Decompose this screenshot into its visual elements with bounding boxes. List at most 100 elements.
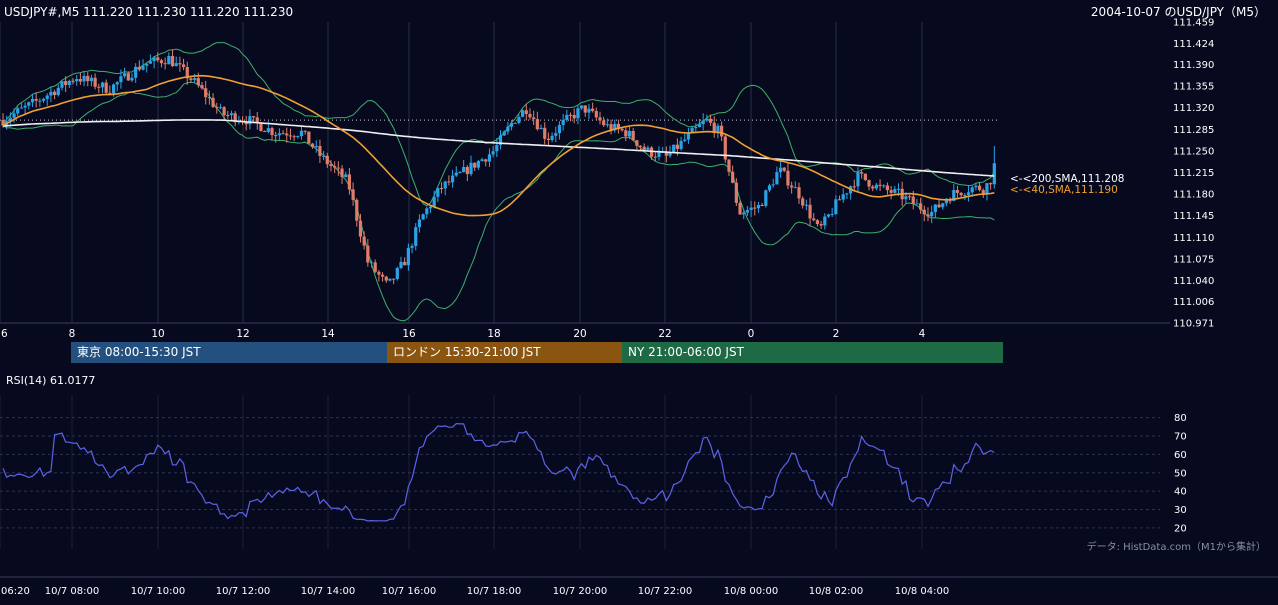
- candle-body: [406, 247, 410, 266]
- candle-body: [318, 145, 322, 156]
- candle-body: [27, 102, 31, 106]
- candle-body: [465, 167, 469, 175]
- candle-body: [701, 120, 705, 125]
- x-tick-label: 8: [69, 328, 76, 340]
- candle-body: [259, 123, 263, 132]
- candle-body: [631, 130, 635, 141]
- candle-body: [469, 162, 473, 175]
- rsi-y-tick-label: 80: [1174, 413, 1187, 424]
- candle-body: [742, 212, 746, 215]
- candle-body: [974, 185, 978, 188]
- candle-body: [572, 114, 576, 119]
- rsi-x-tick-label: 10/7 16:00: [382, 586, 436, 597]
- candle-body: [867, 180, 871, 187]
- candle-body: [115, 82, 119, 85]
- candle-body: [808, 204, 812, 219]
- rsi-label: RSI(14) 61.0177: [6, 374, 95, 387]
- candle-body: [60, 81, 64, 88]
- candle-body: [922, 209, 926, 215]
- candle-body: [959, 192, 963, 196]
- candle-body: [428, 206, 433, 209]
- candle-body: [487, 154, 492, 162]
- rsi-x-tick-label: 10/7 18:00: [467, 586, 521, 597]
- candle-body: [620, 128, 624, 131]
- candle-body: [521, 110, 525, 117]
- candle-body: [815, 220, 820, 225]
- candle-body: [417, 219, 422, 228]
- bollinger-upper: [2, 42, 995, 207]
- candle-body: [546, 138, 551, 140]
- candle-body: [229, 113, 234, 116]
- candle-body: [495, 145, 499, 152]
- candle-body: [432, 196, 436, 207]
- candle-body: [303, 130, 307, 132]
- candle-body: [981, 190, 985, 194]
- sma200-line: [2, 119, 995, 177]
- candle-body: [738, 202, 742, 215]
- candle-body: [178, 63, 182, 65]
- candle-body: [307, 131, 311, 144]
- y-tick-label: 111.459: [1173, 18, 1214, 29]
- candle-body: [686, 133, 691, 140]
- candle-body: [111, 84, 116, 94]
- x-tick-label: 18: [487, 328, 500, 340]
- symbol-info: USDJPY#,M5 111.220 111.230 111.220 111.2…: [4, 5, 293, 19]
- candle-body: [944, 200, 949, 204]
- candle-body: [373, 262, 377, 272]
- candle-body: [93, 77, 97, 87]
- candle-body: [554, 133, 558, 136]
- candle-body: [399, 261, 403, 268]
- candle-body: [270, 128, 274, 136]
- rsi-x-tick-label: 10/7 20:00: [553, 586, 607, 597]
- candle-body: [911, 196, 915, 204]
- candle-body: [591, 108, 595, 112]
- candle-body: [602, 120, 606, 126]
- x-tick-label: 0: [748, 328, 755, 340]
- candle-body: [384, 276, 388, 281]
- y-tick-label: 111.180: [1173, 190, 1214, 201]
- candle-body: [565, 114, 569, 120]
- candle-body: [336, 167, 340, 169]
- candle-body: [852, 186, 856, 188]
- y-tick-label: 111.215: [1173, 168, 1214, 179]
- y-tick-label: 111.040: [1173, 276, 1214, 287]
- candle-body: [148, 61, 153, 64]
- candle-body: [145, 63, 149, 66]
- candle-body: [78, 79, 82, 82]
- candle-body: [296, 136, 300, 138]
- candle-body: [134, 66, 138, 78]
- candle-body: [277, 133, 281, 136]
- candle-body: [834, 199, 838, 215]
- chart-svg: 111.459 111.424 111.390 111.355 111.320 111.2…: [0, 5, 1278, 597]
- x-tick-label: 6: [1, 328, 8, 340]
- candle-body: [436, 187, 440, 197]
- candle-body: [885, 185, 890, 191]
- candle-body: [889, 190, 893, 193]
- candle-body: [421, 214, 425, 220]
- candle-body: [137, 66, 141, 70]
- candle-body: [380, 274, 385, 277]
- y-tick-label: 111.285: [1173, 125, 1214, 136]
- candle-body: [801, 198, 805, 206]
- candle-body: [646, 147, 650, 150]
- candle-body: [823, 216, 827, 226]
- candle-body: [904, 196, 908, 200]
- candle-body: [329, 164, 333, 167]
- rsi-x-tick-label: 10/7 22:00: [638, 586, 692, 597]
- candle-body: [930, 212, 934, 217]
- candle-body: [52, 91, 57, 96]
- candle-body: [86, 75, 90, 82]
- session-tokyo: 東京 08:00-15:30 JST: [71, 342, 387, 363]
- y-tick-label: 111.075: [1173, 254, 1214, 265]
- candle-body: [561, 119, 565, 125]
- candle-body: [583, 105, 587, 113]
- candle-body: [919, 203, 923, 210]
- candle-body: [325, 155, 329, 165]
- candle-body: [288, 135, 293, 137]
- sma40-label: <-<40,SMA,111.190: [1010, 184, 1118, 196]
- candle-body: [119, 76, 123, 83]
- rsi-x-tick-label: 10/7 12:00: [216, 586, 270, 597]
- candle-body: [130, 77, 134, 81]
- candle-body: [871, 186, 875, 189]
- candle-body: [624, 130, 628, 137]
